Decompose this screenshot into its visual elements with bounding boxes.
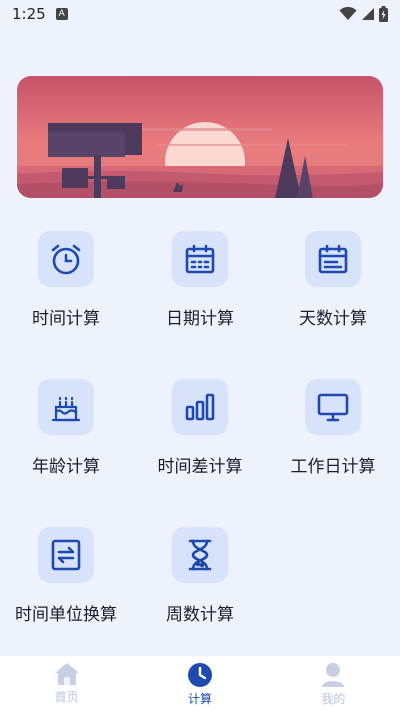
clock-icon xyxy=(187,663,212,687)
tool-icon-box xyxy=(38,527,94,583)
tool-unit-convert[interactable]: 时间单位换算 xyxy=(1,527,131,637)
tool-time-diff-calc[interactable]: 时间差计算 xyxy=(135,379,265,489)
tool-label: 天数计算 xyxy=(299,309,367,329)
tool-workday-calc[interactable]: 工作日计算 xyxy=(268,379,398,489)
tab-home-label: 首页 xyxy=(54,690,79,704)
tool-days-calc[interactable]: 天数计算 xyxy=(268,231,398,341)
hourglass-icon xyxy=(188,539,212,571)
tool-grid: 时间计算 日期计算 天数计算 年龄计算 时间差计算 工作日计算 时间单位换算 周… xyxy=(0,0,400,650)
tab-home[interactable]: 首页 xyxy=(0,656,133,711)
bar-chart-icon xyxy=(185,393,215,421)
tool-label: 年龄计算 xyxy=(32,457,100,477)
calendar-grid-icon xyxy=(185,244,215,274)
tool-icon-box xyxy=(172,231,228,287)
tool-icon-box xyxy=(172,379,228,435)
birthday-cake-icon xyxy=(51,396,81,422)
tool-icon-box xyxy=(38,231,94,287)
tab-mine-label: 我的 xyxy=(321,692,346,706)
tool-label: 工作日计算 xyxy=(290,457,376,477)
tool-label: 周数计算 xyxy=(166,605,234,625)
user-icon xyxy=(322,663,345,687)
tool-label: 时间单位换算 xyxy=(15,605,117,625)
tool-date-calc[interactable]: 日期计算 xyxy=(135,231,265,341)
bottom-tab-bar: 首页 计算 我的 xyxy=(0,656,400,711)
tool-age-calc[interactable]: 年龄计算 xyxy=(1,379,131,489)
tool-icon-box xyxy=(305,231,361,287)
swap-arrows-icon xyxy=(51,539,81,571)
tool-week-calc[interactable]: 周数计算 xyxy=(135,527,265,637)
monitor-icon xyxy=(317,393,349,422)
calendar-list-icon xyxy=(318,244,348,274)
home-icon xyxy=(54,663,79,685)
tab-calc[interactable]: 计算 xyxy=(133,656,266,711)
tool-label: 日期计算 xyxy=(166,309,234,329)
tool-time-calc[interactable]: 时间计算 xyxy=(1,231,131,341)
tool-label: 时间差计算 xyxy=(157,457,243,477)
tool-icon-box xyxy=(305,379,361,435)
tool-label: 时间计算 xyxy=(32,309,100,329)
tool-icon-box xyxy=(38,379,94,435)
tool-icon-box xyxy=(172,527,228,583)
tab-calc-label: 计算 xyxy=(187,692,212,706)
alarm-clock-icon xyxy=(51,244,81,275)
tab-mine[interactable]: 我的 xyxy=(267,656,400,711)
